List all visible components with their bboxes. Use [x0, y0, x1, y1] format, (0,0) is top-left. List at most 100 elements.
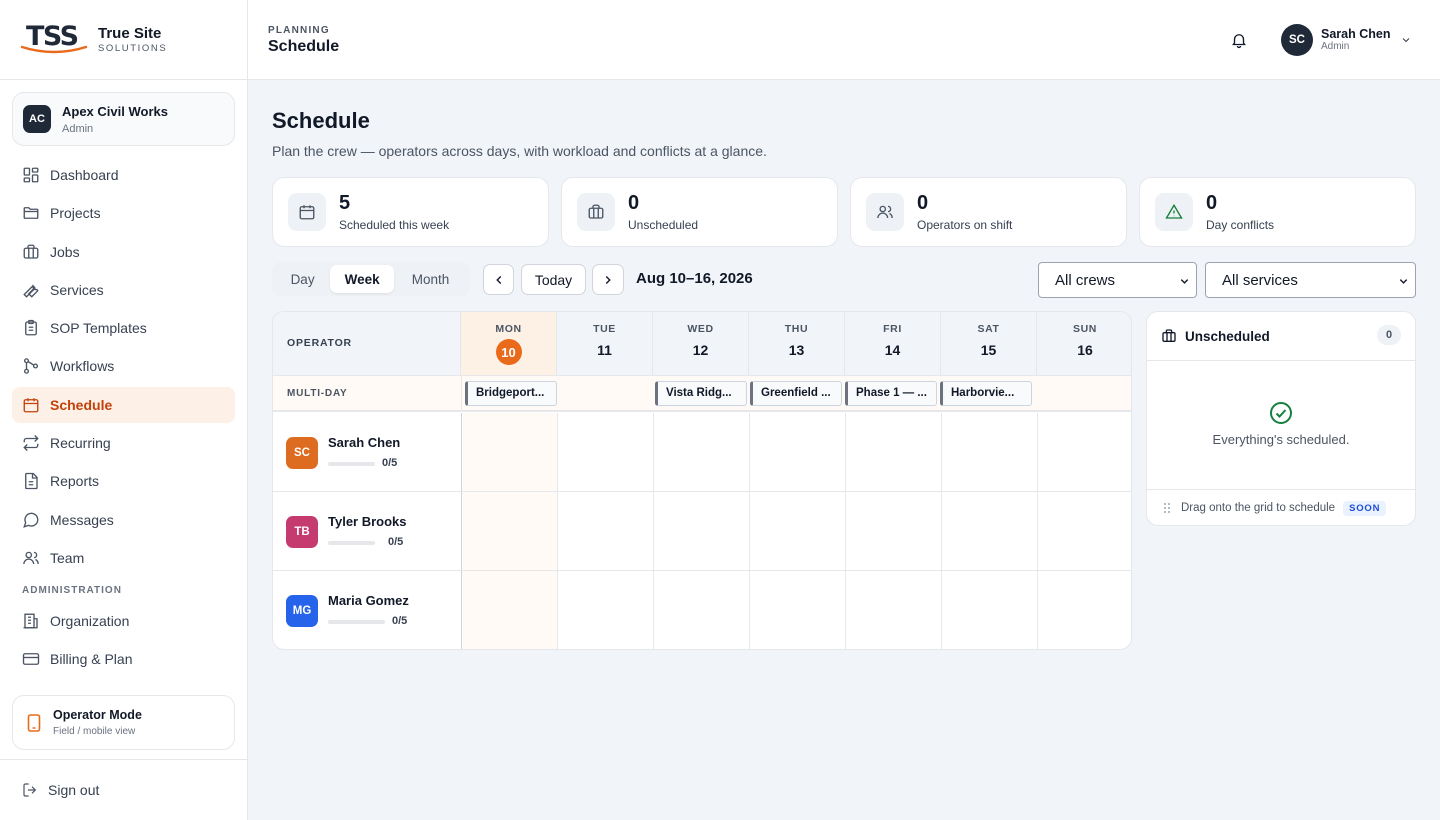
sidebar-item-schedule[interactable]: Schedule [12, 386, 235, 423]
org-switcher[interactable]: AC Apex Civil Works Admin [12, 92, 235, 146]
multi-day-row: MULTI-DAY Bridgeport... Vista Ridg... Gr… [273, 376, 1131, 412]
nav-section-administration: ADMINISTRATION [22, 584, 122, 596]
schedule-cell[interactable] [461, 492, 557, 570]
view-month-button[interactable]: Month [394, 265, 467, 293]
schedule-cell[interactable] [1037, 413, 1131, 491]
day-number: 12 [692, 342, 709, 358]
sidebar-item-dashboard[interactable]: Dashboard [12, 157, 235, 193]
sidebar-item-label: SOP Templates [50, 320, 147, 337]
view-day-button[interactable]: Day [275, 265, 330, 293]
operator-row: TB Tyler Brooks 0/5 [273, 492, 1131, 571]
stat-icon-box [866, 193, 904, 231]
schedule-cell[interactable] [749, 413, 845, 491]
operator-row: MG Maria Gomez 0/5 [273, 571, 1131, 649]
sidebar-item-messages[interactable]: Messages [12, 502, 235, 538]
brand-logo[interactable]: TSS True Site SOLUTIONS [0, 0, 247, 80]
phone-icon [27, 713, 41, 732]
multi-day-job-chip[interactable]: Phase 1 — ... [845, 381, 937, 406]
schedule-cell[interactable] [749, 571, 845, 649]
sidebar-item-organization[interactable]: Organization [12, 603, 235, 639]
workload-bar [328, 462, 375, 466]
workload-count: 0/5 [392, 615, 408, 627]
operator-mode-button[interactable]: Operator Mode Field / mobile view [12, 695, 235, 750]
day-of-week: THU [784, 323, 809, 335]
sidebar-item-sop-templates[interactable]: SOP Templates [12, 310, 235, 346]
view-week-button[interactable]: Week [330, 265, 395, 293]
sidebar-item-jobs[interactable]: Jobs [12, 234, 235, 270]
sidebar-item-recurring[interactable]: Recurring [12, 425, 235, 461]
day-of-week: FRI [883, 323, 902, 335]
day-of-week: SAT [977, 323, 1000, 335]
bell-icon [1232, 34, 1246, 49]
next-week-button[interactable] [592, 264, 624, 295]
sidebar-item-label: Organization [50, 612, 130, 629]
crew-filter-select[interactable]: All crews [1038, 262, 1197, 298]
users-icon [23, 551, 39, 565]
schedule-cell[interactable] [557, 492, 653, 570]
sidebar-item-workflows[interactable]: Workflows [12, 348, 235, 384]
schedule-cell[interactable] [941, 492, 1037, 570]
unscheduled-panel-title: Unscheduled [1185, 328, 1270, 344]
stat-card-scheduled: 5 Scheduled this week [272, 177, 549, 247]
workload-count: 0/5 [382, 457, 398, 469]
stat-value: 0 [1206, 191, 1218, 214]
service-filter-value: All services [1222, 271, 1298, 289]
top-bar: PLANNING Schedule SC Sarah Chen Admin [248, 0, 1440, 80]
warning-icon [1165, 203, 1183, 219]
user-menu[interactable]: SC Sarah Chen Admin [1281, 24, 1412, 56]
logo-mark: TSS [20, 20, 88, 60]
multi-day-job-chip[interactable]: Bridgeport... [465, 381, 557, 406]
schedule-cell[interactable] [1037, 571, 1131, 649]
schedule-cell[interactable] [845, 413, 941, 491]
schedule-cell[interactable] [653, 571, 749, 649]
schedule-cell[interactable] [461, 571, 557, 649]
sidebar-item-label: Reports [50, 473, 100, 490]
schedule-cell[interactable] [653, 492, 749, 570]
schedule-cell[interactable] [941, 413, 1037, 491]
sidebar-item-reports[interactable]: Reports [12, 463, 235, 499]
schedule-cell[interactable] [941, 571, 1037, 649]
day-of-week: MON [495, 323, 522, 335]
unscheduled-panel-header: Unscheduled 0 [1147, 312, 1415, 361]
multi-day-job-chip[interactable]: Greenfield ... [750, 381, 842, 406]
breadcrumb: PLANNING [268, 25, 330, 36]
sidebar-item-services[interactable]: Services [12, 272, 235, 308]
schedule-cell[interactable] [653, 413, 749, 491]
schedule-cell[interactable] [461, 413, 557, 491]
notifications-button[interactable] [1230, 31, 1248, 49]
stat-label: Day conflicts [1206, 217, 1275, 232]
sign-out-button[interactable]: Sign out [0, 759, 247, 820]
drag-hint: Drag onto the grid to schedule [1181, 502, 1336, 514]
sidebar-item-label: Recurring [50, 435, 111, 452]
sidebar-item-projects[interactable]: Projects [12, 195, 235, 231]
briefcase-icon [23, 244, 39, 259]
day-number: 11 [597, 342, 612, 358]
avatar: SC [1281, 24, 1313, 56]
avatar: SC [286, 437, 318, 469]
date-range-label: Aug 10–16, 2026 [636, 270, 753, 287]
sidebar-item-team[interactable]: Team [12, 540, 235, 576]
stat-card-conflicts: 0 Day conflicts [1139, 177, 1416, 247]
sidebar-item-label: Workflows [50, 358, 115, 375]
schedule-cell[interactable] [749, 492, 845, 570]
schedule-cell[interactable] [557, 571, 653, 649]
day-header-tue: TUE 11 [557, 312, 653, 376]
sidebar-item-billing[interactable]: Billing & Plan [12, 641, 235, 677]
prev-week-button[interactable] [483, 264, 514, 295]
day-header-wed: WED 12 [653, 312, 749, 376]
schedule-cell[interactable] [845, 571, 941, 649]
day-number: 13 [788, 342, 805, 358]
schedule-cell[interactable] [1037, 492, 1131, 570]
schedule-cell[interactable] [845, 492, 941, 570]
today-button[interactable]: Today [521, 264, 586, 295]
schedule-cell[interactable] [557, 413, 653, 491]
stat-icon-box [288, 193, 326, 231]
stat-value: 5 [339, 191, 351, 214]
chevron-left-icon [495, 275, 501, 284]
service-filter-select[interactable]: All services [1205, 262, 1416, 298]
multi-day-job-chip[interactable]: Vista Ridg... [655, 381, 747, 406]
multi-day-job-chip[interactable]: Harborvie... [940, 381, 1032, 406]
sidebar-item-label: Billing & Plan [50, 651, 133, 668]
user-role: Admin [1321, 41, 1350, 53]
operator-name: Sarah Chen [328, 435, 401, 450]
